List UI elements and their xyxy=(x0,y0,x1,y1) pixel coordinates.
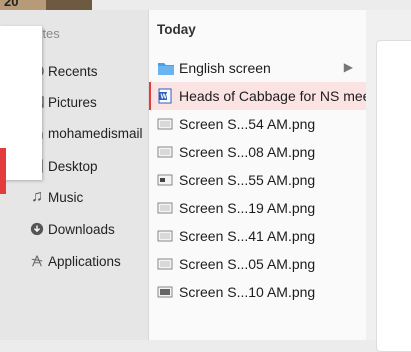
svg-text:W: W xyxy=(161,94,168,101)
table-row[interactable]: Screen S...10 AM.png xyxy=(149,278,367,306)
sidebar-item-applications[interactable]: Applications xyxy=(0,246,148,276)
sidebar-item-label: Desktop xyxy=(48,158,98,174)
top-strip-dark xyxy=(46,0,92,10)
top-label: 20 xyxy=(4,0,19,9)
music-icon: ♫ xyxy=(31,188,43,205)
sidebar-item-music[interactable]: ♫ Music xyxy=(0,182,148,212)
image-file-icon xyxy=(157,256,173,272)
list-item-label: Screen S...19 AM.png xyxy=(179,200,316,216)
sidebar-item-label: Recents xyxy=(48,63,98,79)
table-row[interactable]: Screen S...41 AM.png xyxy=(149,222,367,250)
sidebar-item-downloads[interactable]: Downloads xyxy=(0,214,148,244)
applications-icon xyxy=(30,254,44,268)
list-item-label: English screen xyxy=(179,60,271,76)
word-doc-icon: W xyxy=(157,88,173,104)
image-file-icon xyxy=(157,284,173,300)
list-item-selected[interactable]: W Heads of Cabbage for NS meeting.doc xyxy=(149,82,411,110)
sidebar-item-label: Music xyxy=(48,189,84,205)
list-item-label: Screen S...08 AM.png xyxy=(179,144,316,160)
chevron-right-icon: ▶ xyxy=(343,60,353,74)
table-row[interactable]: Screen S...54 AM.png xyxy=(149,110,367,138)
table-row[interactable]: Screen S...19 AM.png xyxy=(149,194,367,222)
list-item-label: Screen S...41 AM.png xyxy=(179,228,316,244)
sidebar-item-label: Pictures xyxy=(48,94,97,110)
image-file-icon xyxy=(157,200,173,216)
table-row[interactable]: Screen S...05 AM.png xyxy=(149,250,367,278)
folder-icon xyxy=(157,60,174,76)
sidebar-item-label: Downloads xyxy=(48,221,115,237)
sidebar-item-label: Applications xyxy=(48,253,121,269)
list-item-label: Screen S...10 AM.png xyxy=(179,284,316,300)
table-row[interactable]: Screen S...55 AM.png xyxy=(149,166,367,194)
list-item-label: Screen S...55 AM.png xyxy=(179,172,316,188)
list-item-folder[interactable]: English screen ▶ xyxy=(149,54,367,82)
image-file-icon xyxy=(157,144,173,160)
image-file-icon xyxy=(157,228,173,244)
downloads-icon xyxy=(30,222,44,236)
image-file-icon xyxy=(157,116,173,132)
overlay-panel xyxy=(0,26,42,194)
image-file-icon xyxy=(157,172,173,188)
overlay-red-marker xyxy=(0,148,6,194)
list-item-label: Screen S...54 AM.png xyxy=(179,116,316,132)
preview-card xyxy=(376,40,411,352)
file-column: Today English screen ▶ W Heads of Cabbag… xyxy=(148,10,411,340)
table-row[interactable]: Screen S...08 AM.png xyxy=(149,138,367,166)
list-item-label: Screen S...05 AM.png xyxy=(179,256,316,272)
column-heading: Today xyxy=(157,22,196,37)
preview-pane xyxy=(366,10,411,352)
sidebar-item-label: mohamedismail xyxy=(48,125,143,141)
